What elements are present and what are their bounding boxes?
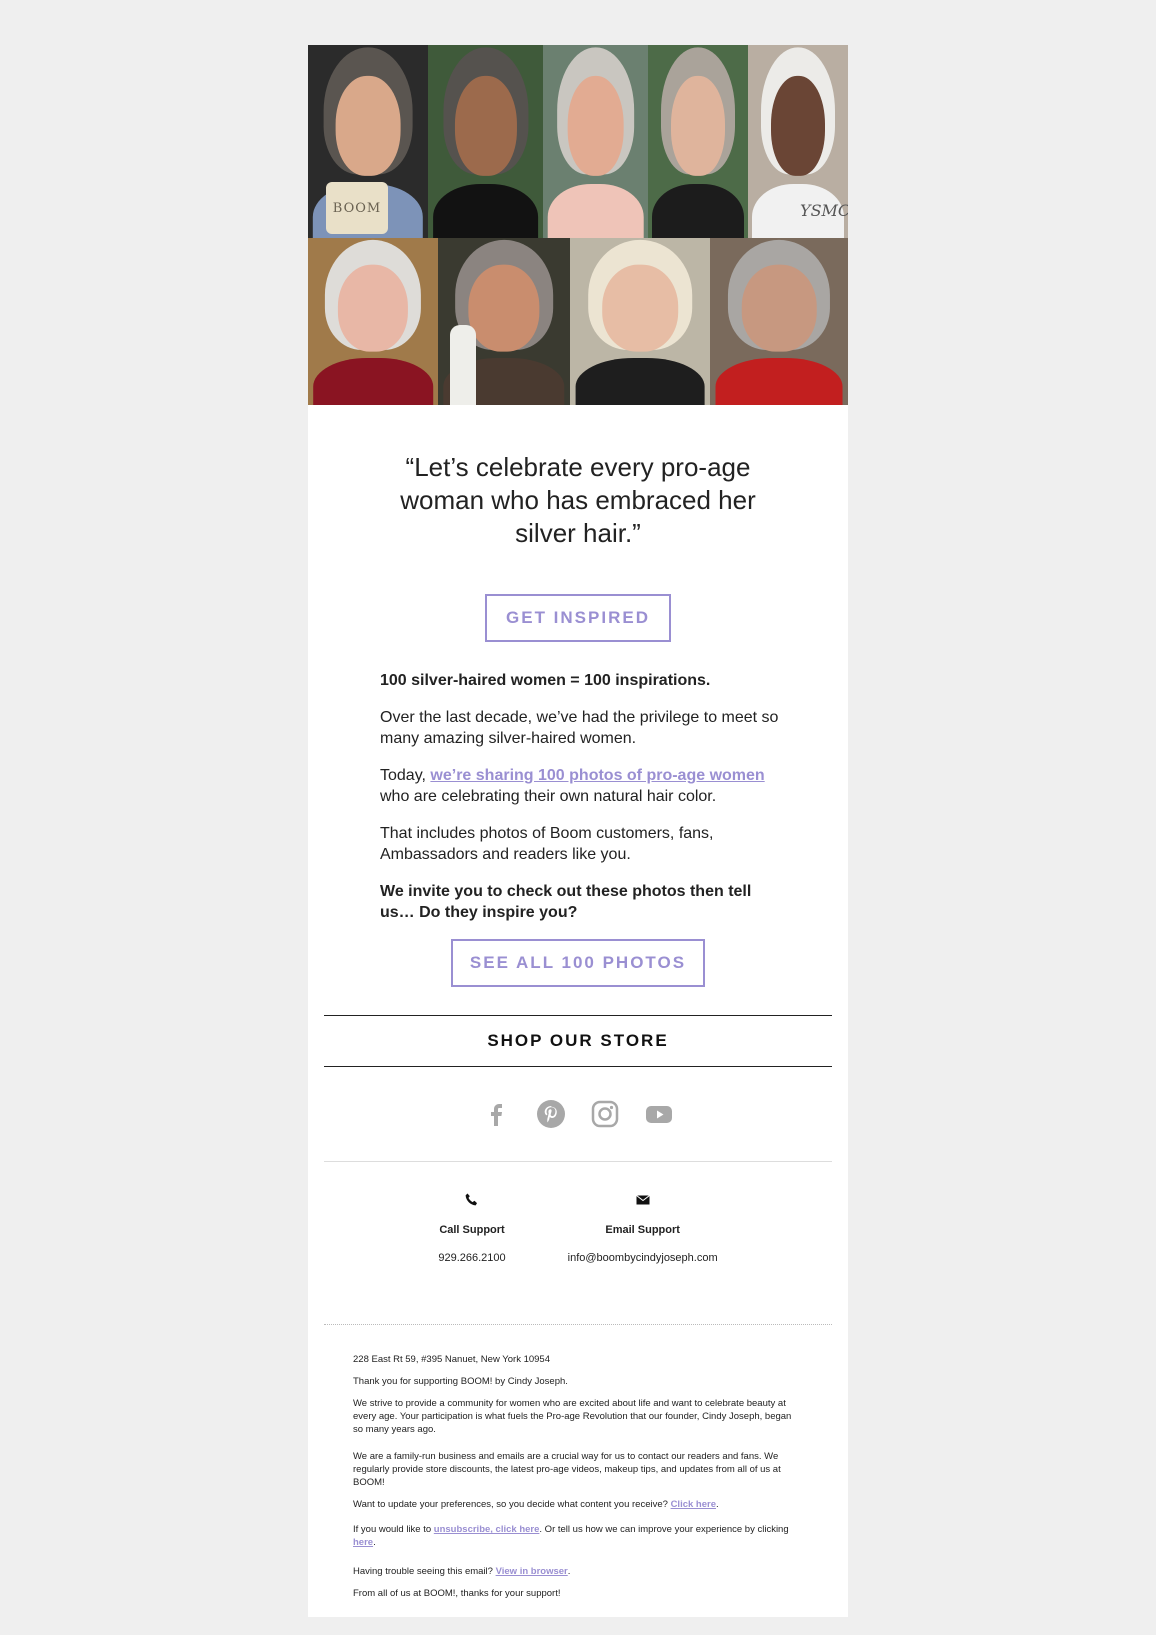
call-support-title: Call Support — [439, 1224, 505, 1236]
see-all-photos-button[interactable]: SEE ALL 100 PHOTOS — [451, 939, 705, 987]
footer-thanks: Thank you for supporting BOOM! by Cindy … — [353, 1376, 568, 1387]
footer-family: We are a family-run business and emails … — [353, 1451, 781, 1488]
feedback-link[interactable]: here — [353, 1537, 373, 1548]
prefs-tail: . — [715, 1499, 719, 1510]
get-inspired-button[interactable]: GET INSPIRED — [485, 594, 671, 642]
shirt-logo: YSMC — [800, 201, 848, 220]
shop-our-store-link[interactable]: SHOP OUR STORE — [324, 1015, 832, 1067]
paragraph-includes: That includes photos of Boom customers, … — [380, 825, 714, 863]
hero-photo-8 — [570, 238, 710, 405]
sharing-photos-link[interactable]: we’re sharing 100 photos of pro-age wome… — [430, 767, 764, 784]
phone-icon — [438, 1192, 505, 1214]
prefs-lead: Want to update your preferences, so you … — [353, 1499, 671, 1510]
hero-photo-collage[interactable]: BOOM YSMC — [308, 45, 848, 405]
trouble-lead: Having trouble seeing this email? — [353, 1566, 496, 1577]
unsub-tail: . — [373, 1537, 376, 1548]
footer: 228 East Rt 59, #395 Nanuet, New York 10… — [353, 1353, 803, 1600]
footer-signoff: From all of us at BOOM!, thanks for your… — [353, 1588, 561, 1599]
hero-photo-4 — [648, 45, 748, 238]
email-support-title: Email Support — [605, 1224, 680, 1236]
paragraph-decade: Over the last decade, we’ve had the priv… — [380, 709, 779, 747]
email-body: BOOM YSMC “Let’s celebrate every pro-age… — [308, 45, 848, 1617]
footer-preferences: Want to update your preferences, so you … — [353, 1498, 803, 1511]
body-copy: 100 silver-haired women = 100 inspiratio… — [380, 670, 780, 923]
hero-photo-7 — [438, 238, 570, 405]
envelope-icon — [568, 1192, 718, 1214]
trouble-tail: . — [567, 1566, 571, 1577]
hero-photo-5: YSMC — [748, 45, 848, 238]
paragraph-today: Today, we’re sharing 100 photos of pro-a… — [380, 765, 780, 807]
pinterest-icon[interactable] — [535, 1098, 567, 1130]
unsub-mid: . Or tell us how we can improve your exp… — [539, 1524, 789, 1535]
today-lead: Today, — [380, 767, 431, 784]
youtube-icon[interactable] — [643, 1098, 675, 1130]
footer-address: 228 East Rt 59, #395 Nanuet, New York 10… — [353, 1354, 550, 1365]
call-support[interactable]: Call Support 929.266.2100 — [438, 1192, 506, 1302]
unsub-lead: If you would like to — [353, 1524, 434, 1535]
view-in-browser-link[interactable]: View in browser — [496, 1566, 568, 1577]
footer-unsubscribe: If you would like to unsubscribe, click … — [353, 1523, 803, 1549]
bag-label: BOOM — [326, 182, 388, 234]
hero-photo-3 — [543, 45, 648, 238]
email-support[interactable]: Email Support info@boombycindyjoseph.com — [568, 1192, 718, 1302]
social-icons — [324, 1067, 832, 1162]
hero-photo-2 — [428, 45, 543, 238]
hero-photo-6 — [308, 238, 438, 405]
hero-quote: “Let’s celebrate every pro-age woman who… — [400, 452, 756, 548]
instagram-icon[interactable] — [589, 1098, 621, 1130]
facebook-icon[interactable] — [481, 1098, 513, 1130]
hero-photo-9 — [710, 238, 848, 405]
paragraph-invite: We invite you to check out these photos … — [380, 883, 752, 921]
footer-divider — [324, 1324, 832, 1325]
headline-text: 100 silver-haired women = 100 inspiratio… — [380, 672, 711, 689]
today-tail: who are celebrating their own natural ha… — [380, 788, 717, 805]
support-section: Call Support 929.266.2100 Email Support … — [308, 1192, 848, 1302]
footer-strive: We strive to provide a community for wom… — [353, 1398, 792, 1435]
preferences-link[interactable]: Click here — [671, 1499, 716, 1510]
call-support-number[interactable]: 929.266.2100 — [438, 1252, 505, 1264]
product-bottle — [450, 325, 476, 405]
email-support-address[interactable]: info@boombycindyjoseph.com — [568, 1252, 718, 1264]
unsubscribe-link[interactable]: unsubscribe, click here — [434, 1524, 540, 1535]
hero-photo-1: BOOM — [308, 45, 428, 238]
footer-trouble: Having trouble seeing this email? View i… — [353, 1565, 803, 1578]
